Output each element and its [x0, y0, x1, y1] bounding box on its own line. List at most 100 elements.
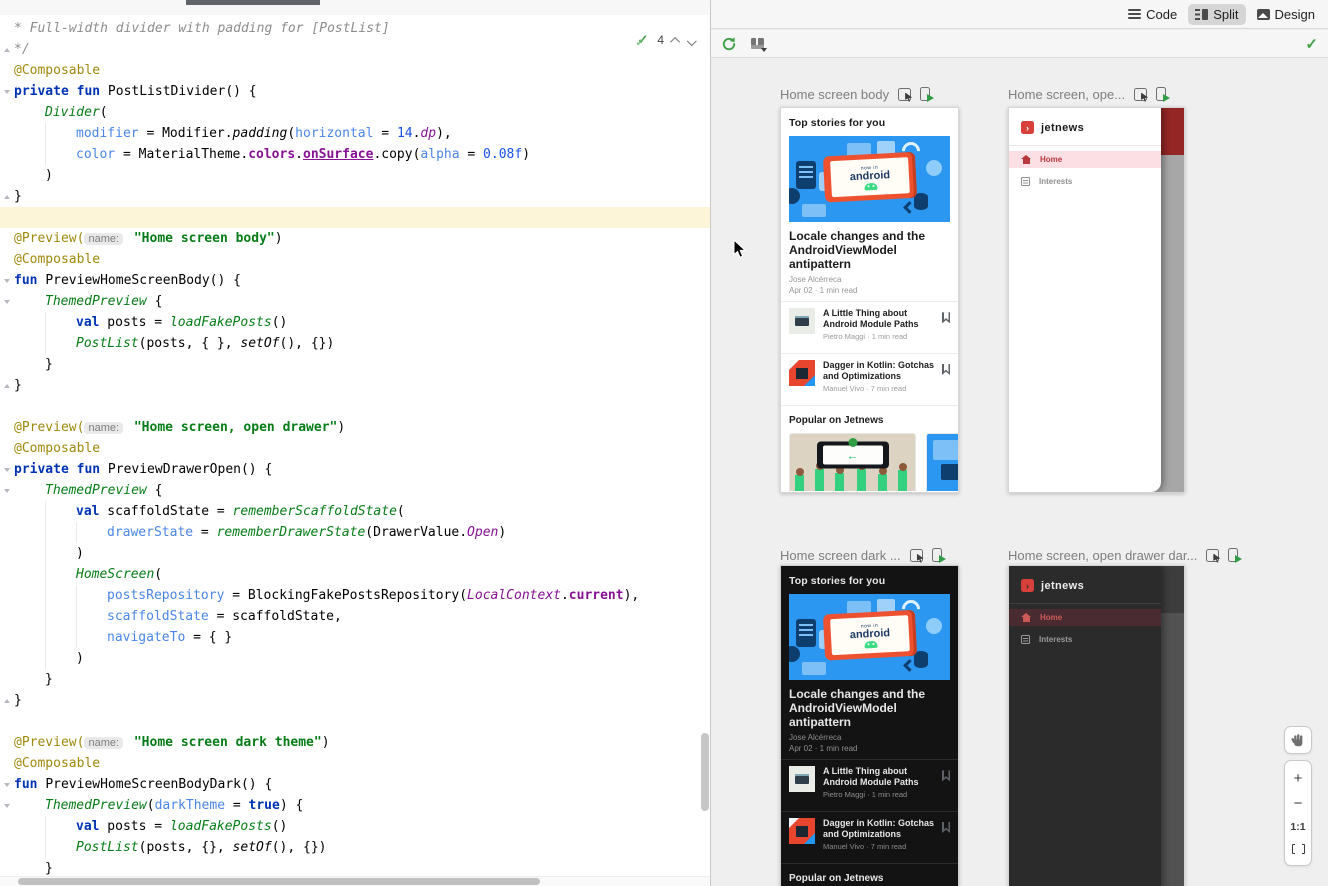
android-studio-split-view: * Full-width divider with padding for [P… — [0, 0, 1328, 886]
preview-home-screen-body[interactable]: Top stories for you — [780, 107, 959, 493]
preview-open-drawer-dark[interactable]: › jetnews Home Interests — [1008, 565, 1185, 886]
post-list-item: Dagger in Kotlin: Gotchas and Optimizati… — [789, 354, 950, 399]
drawer-brand-row: › jetnews — [1009, 108, 1161, 145]
preview-header-3: Home screen dark ... — [780, 546, 942, 564]
preview-open-drawer[interactable]: › jetnews Home Interests — [1008, 107, 1185, 493]
zoom-out-button[interactable]: − — [1294, 797, 1303, 811]
jetnews-logo-icon: › — [1021, 121, 1034, 134]
editor-horizontal-scrollbar-track[interactable] — [0, 876, 710, 886]
hero-post-meta: Apr 02 · 1 min read — [789, 286, 950, 295]
hero-image: now in android — [789, 594, 950, 680]
tab-code-label: Code — [1146, 7, 1177, 22]
post-list-item: A Little Thing about Android Module Path… — [789, 302, 950, 347]
editor-mode-bar: Code Split Design — [711, 0, 1328, 29]
jetnews-wordmark: jetnews — [1041, 580, 1084, 592]
code-editor[interactable]: * Full-width divider with padding for [P… — [0, 0, 710, 886]
interactive-mode-icon[interactable] — [1134, 88, 1147, 101]
hero-post-author: Jose Alcérreca — [789, 733, 950, 742]
home-icon — [1021, 613, 1031, 622]
interactive-mode-icon[interactable] — [910, 549, 923, 562]
build-status-check-icon: ✓ — [1305, 35, 1318, 53]
popular-card: Locale changes and the AndroidViewModel … — [926, 433, 959, 493]
hero-image: now in android — [789, 136, 950, 222]
editor-top-strip — [0, 0, 710, 15]
preview-toolbar: ✓ — [711, 30, 1328, 58]
now-in-android-phone: now in android — [822, 152, 916, 203]
app-bar-behind-drawer — [1159, 108, 1184, 155]
code-mode-icon — [1128, 9, 1141, 19]
editor-horizontal-scrollbar-thumb[interactable] — [18, 878, 540, 885]
preview-header-2: Home screen, ope... — [1008, 85, 1166, 103]
design-mode-icon — [1257, 9, 1270, 20]
hero-post-title: Locale changes and the AndroidViewModel … — [789, 688, 950, 729]
drawer-item-interests: Interests — [1009, 173, 1161, 190]
navigation-drawer: › jetnews Home Interests — [1009, 566, 1161, 886]
popular-section-header: Popular on Jetnews — [789, 415, 950, 426]
hero-post-author: Jose Alcérreca — [789, 275, 950, 284]
interests-list-icon — [1021, 177, 1030, 186]
zoom-in-button[interactable]: + — [1294, 772, 1303, 786]
tab-design[interactable]: Design — [1250, 4, 1322, 25]
zoom-controls: + − 1:1 — [1284, 760, 1312, 866]
interests-list-icon — [1021, 635, 1030, 644]
preview-title[interactable]: Home screen body — [780, 87, 889, 102]
tab-design-label: Design — [1275, 7, 1315, 22]
code-lines[interactable]: * Full-width divider with padding for [P… — [0, 18, 710, 879]
inspections-check-icon: ✓ — [637, 34, 648, 46]
android-robot-icon — [863, 640, 876, 648]
app-bar-behind-drawer — [1159, 566, 1184, 613]
popular-card-image — [927, 434, 959, 491]
drawer-item-interests: Interests — [1009, 631, 1161, 648]
preview-header-1: Home screen body — [780, 85, 930, 103]
preview-layout-icon[interactable] — [751, 37, 767, 51]
post-thumbnail — [789, 766, 815, 792]
popular-section-header: Popular on Jetnews — [789, 873, 950, 884]
editor-vertical-scrollbar[interactable] — [701, 733, 709, 811]
pan-button[interactable] — [1284, 726, 1312, 754]
preview-home-screen-dark[interactable]: Top stories for you — [780, 565, 959, 886]
refresh-icon[interactable] — [721, 36, 737, 52]
zoom-to-fit-icon[interactable] — [1292, 844, 1305, 854]
next-problem-icon[interactable] — [687, 36, 697, 46]
jetnews-logo-icon: › — [1021, 579, 1034, 592]
popular-cards-row: ← From Java Programming Langua... Florin… — [789, 433, 958, 493]
tab-split[interactable]: Split — [1188, 4, 1245, 25]
zoom-actual-size-button[interactable]: 1:1 — [1290, 821, 1305, 833]
run-on-device-icon[interactable] — [932, 548, 942, 562]
inspections-widget[interactable]: ✓ 4 — [637, 33, 696, 47]
split-mode-icon — [1195, 9, 1208, 20]
preview-title[interactable]: Home screen, open drawer dar... — [1008, 548, 1197, 563]
post-list-item: Dagger in Kotlin: Gotchas and Optimizati… — [789, 812, 950, 857]
run-on-device-icon[interactable] — [1156, 87, 1166, 101]
preview-header-4: Home screen, open drawer dar... — [1008, 546, 1238, 564]
bookmark-icon — [942, 364, 950, 375]
inspections-count: 4 — [657, 33, 664, 47]
tab-code[interactable]: Code — [1121, 4, 1184, 25]
preview-canvas[interactable]: Home screen body Home screen, ope... Hom… — [711, 58, 1328, 886]
drawer-item-home: Home — [1009, 609, 1161, 626]
android-robot-icon — [863, 182, 876, 190]
jetnews-wordmark: jetnews — [1041, 122, 1084, 134]
hero-post-title: Locale changes and the AndroidViewModel … — [789, 230, 950, 271]
previous-problem-icon[interactable] — [670, 36, 680, 46]
popular-card: ← From Java Programming Langua... Florin… — [789, 433, 916, 493]
interactive-mode-icon[interactable] — [1206, 549, 1219, 562]
split-divider[interactable] — [710, 0, 711, 886]
hand-icon — [1291, 733, 1306, 748]
top-stories-header: Top stories for you — [789, 575, 950, 587]
post-thumbnail — [789, 360, 815, 386]
bookmark-icon — [942, 770, 950, 781]
run-on-device-icon[interactable] — [920, 87, 930, 101]
editor-tab-fragment — [186, 0, 320, 5]
preview-title[interactable]: Home screen, ope... — [1008, 87, 1125, 102]
drawer-item-home: Home — [1009, 151, 1161, 168]
now-in-android-phone: now in android — [822, 610, 916, 661]
home-icon — [1021, 155, 1031, 164]
tab-split-label: Split — [1213, 7, 1238, 22]
preview-title[interactable]: Home screen dark ... — [780, 548, 901, 563]
bookmark-icon — [942, 822, 950, 833]
run-on-device-icon[interactable] — [1228, 548, 1238, 562]
bookmark-icon — [942, 312, 950, 323]
content-behind-drawer — [1159, 155, 1184, 492]
interactive-mode-icon[interactable] — [898, 88, 911, 101]
